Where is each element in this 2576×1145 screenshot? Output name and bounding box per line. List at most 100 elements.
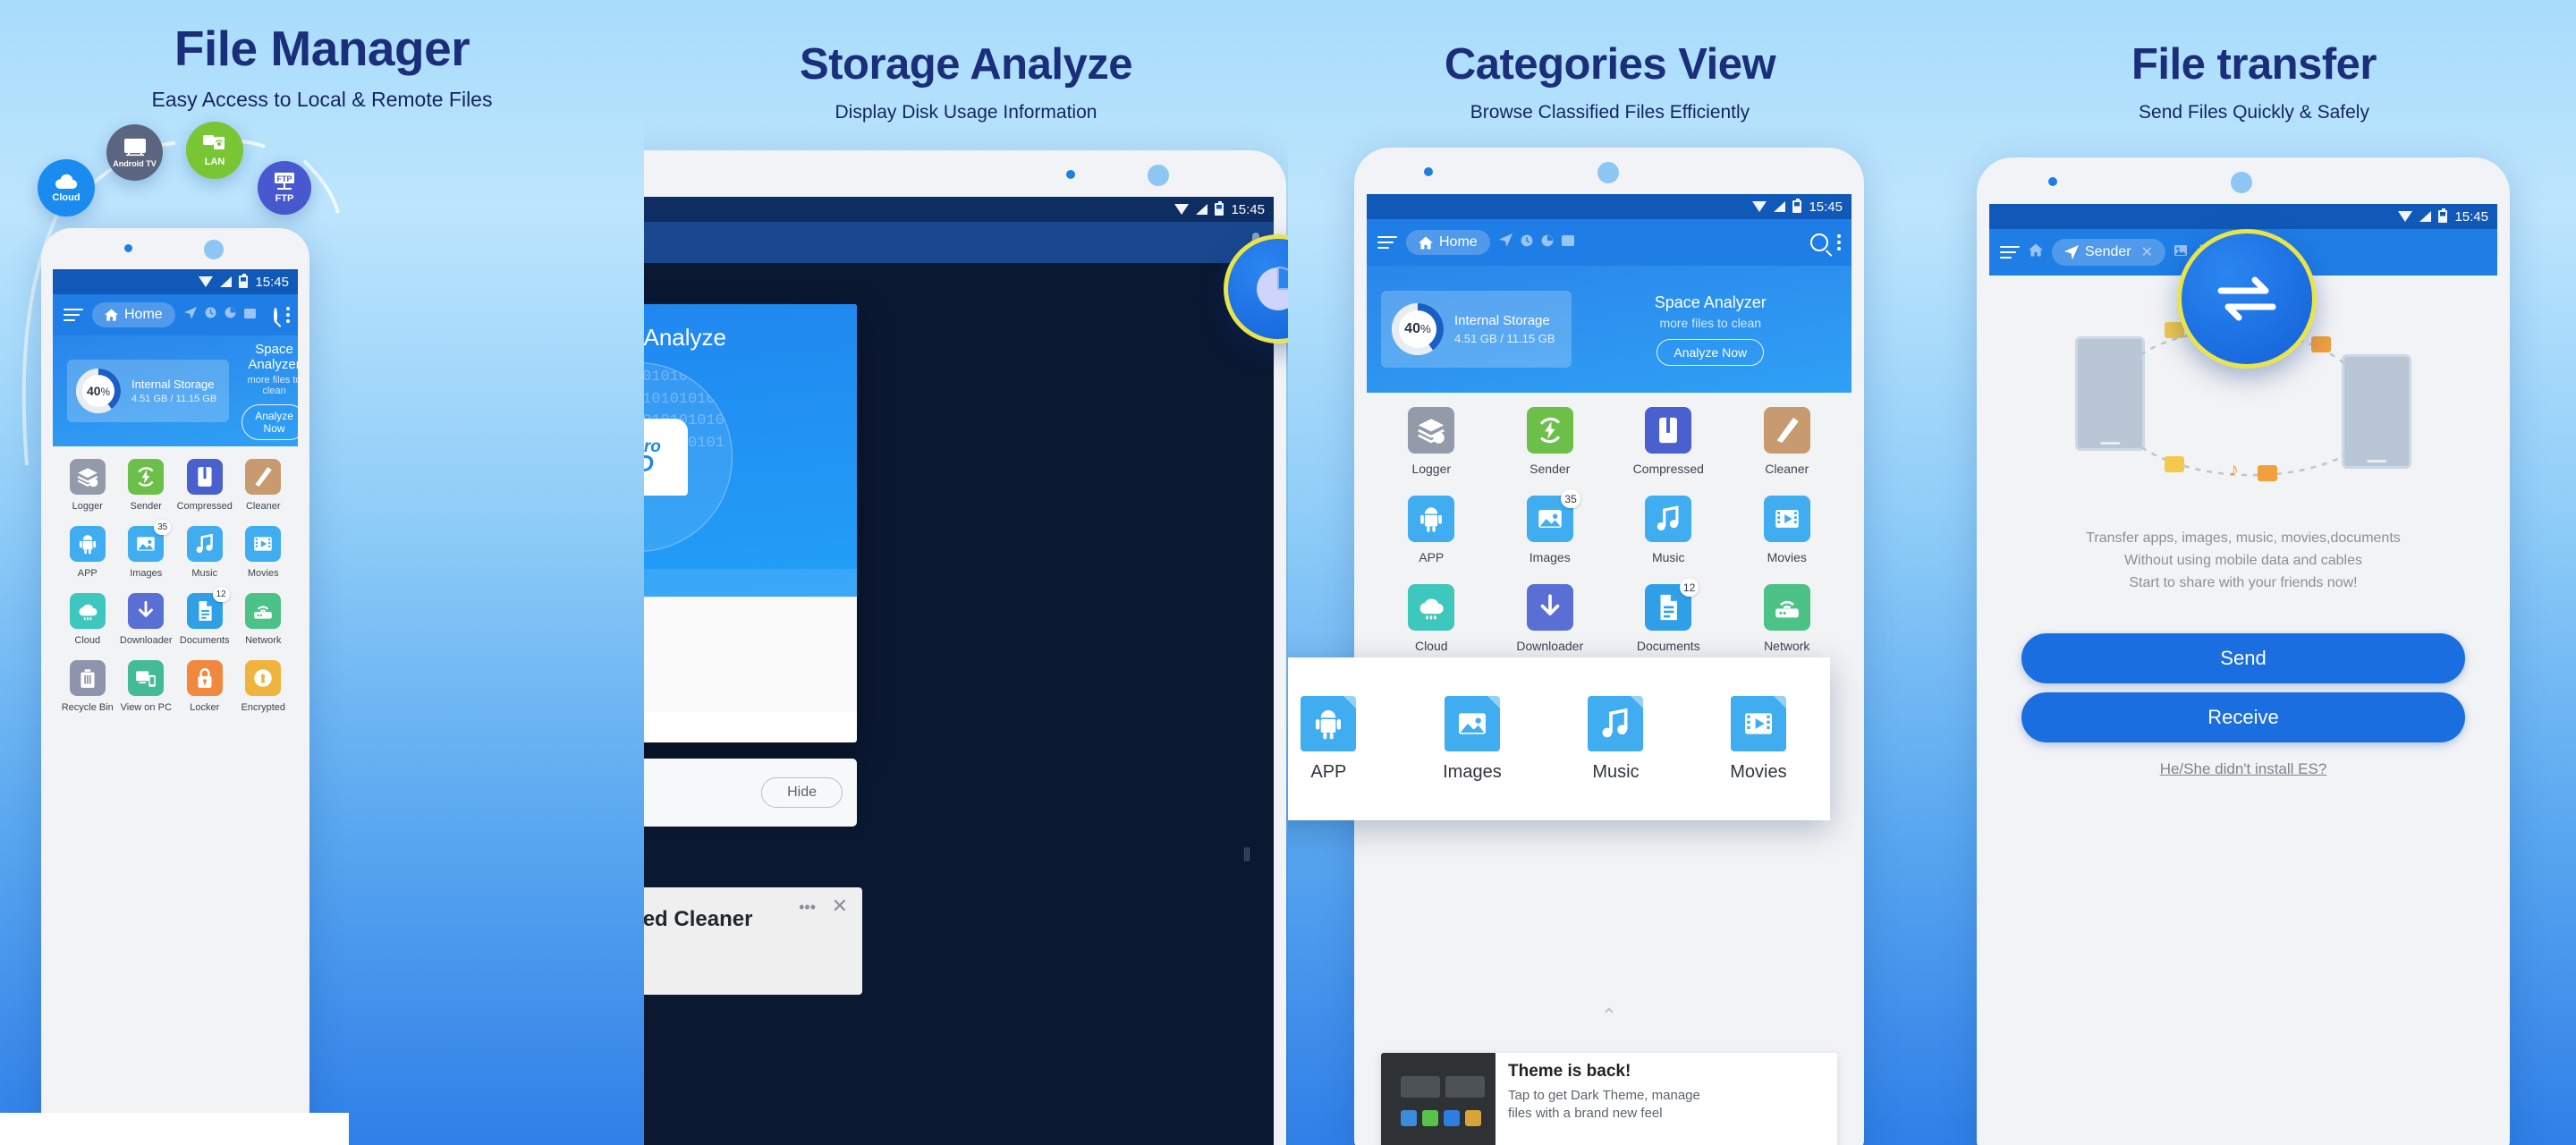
- more-vertical-icon[interactable]: [1837, 234, 1841, 250]
- hide-button[interactable]: Hide: [761, 777, 843, 808]
- grid-item-downloader[interactable]: Downloader: [1491, 584, 1610, 653]
- hamburger-icon[interactable]: [2000, 246, 2020, 259]
- keyhole-icon: [245, 660, 282, 696]
- grid-item-movies[interactable]: Movies: [234, 526, 293, 579]
- window-tab-icon[interactable]: [1561, 234, 1574, 250]
- grid-item-documents[interactable]: 12 Documents: [175, 587, 234, 646]
- install-help-link[interactable]: He/She didn't install ES?: [1989, 760, 2497, 778]
- grid-item-sender[interactable]: Sender: [117, 459, 176, 512]
- grid-item-cleaner[interactable]: Cleaner: [234, 459, 293, 512]
- grid-item-documents[interactable]: 12 Documents: [1609, 578, 1728, 653]
- receive-button[interactable]: Receive: [2021, 692, 2465, 742]
- node-cloud[interactable]: Cloud: [38, 159, 95, 216]
- grid-item-locker[interactable]: Locker: [175, 660, 234, 713]
- analyze-now-button[interactable]: Analyze Now: [1657, 338, 1765, 366]
- send-button[interactable]: Send: [2021, 633, 2465, 683]
- grid-item-movies[interactable]: Movies: [1728, 496, 1847, 564]
- grid-item-downloader[interactable]: Downloader: [117, 593, 176, 646]
- image-tab-icon[interactable]: [2174, 244, 2187, 260]
- microsd-label-2: SD: [644, 452, 654, 475]
- home-icon[interactable]: [2029, 243, 2043, 261]
- wifi-icon: [1174, 204, 1190, 215]
- hamburger-icon[interactable]: [64, 309, 83, 321]
- panel-file-manager: File Manager Easy Access to Local & Remo…: [0, 0, 644, 1145]
- theme-banner[interactable]: Theme is back! Tap to get Dark Theme, ma…: [1381, 1053, 1837, 1145]
- tab-sender[interactable]: Sender ✕: [2052, 239, 2165, 266]
- advanced-cleaner-card[interactable]: Advanced Cleaner ••• ✕: [644, 887, 862, 995]
- page-title: File Manager: [174, 21, 470, 76]
- analyze-now-button[interactable]: Analyze Now: [242, 404, 298, 440]
- search-icon[interactable]: [273, 307, 277, 323]
- window-tab-icon[interactable]: [243, 307, 256, 323]
- movie-file-icon: [1730, 695, 1786, 751]
- node-lan[interactable]: LAN: [186, 122, 243, 179]
- category-movies[interactable]: Movies: [1730, 695, 1787, 783]
- grid-item-label: Logger: [72, 501, 103, 512]
- trash-icon: [69, 660, 106, 696]
- app-toolbar: Home: [53, 294, 298, 335]
- grid-item-images[interactable]: 35 Images: [1491, 489, 1610, 564]
- grid-item-view-on-pc[interactable]: View on PC: [117, 660, 176, 713]
- toolbar-tab-icons: [183, 306, 256, 324]
- function-sort-icon[interactable]: ⫼: [1243, 846, 1250, 864]
- grid-item-encrypted[interactable]: Encrypted: [234, 660, 293, 713]
- sd-card-illustration: 0101010101010101010101010101010101010101…: [644, 362, 733, 552]
- sender-bolt-icon: [128, 459, 165, 495]
- grid-item-network[interactable]: Network: [234, 593, 293, 646]
- category-music[interactable]: Music: [1588, 695, 1644, 783]
- send-tab-icon[interactable]: [1498, 233, 1513, 251]
- close-icon[interactable]: ✕: [2141, 243, 2153, 261]
- marketing-banner: File Manager Easy Access to Local & Remo…: [0, 0, 2576, 1145]
- node-android-tv[interactable]: Android TV: [106, 124, 163, 181]
- phone-mockup-3: 15:45 Home 40% Internal Storage 4.51 GB …: [1354, 148, 1864, 1145]
- speaker-dot: [1597, 162, 1619, 183]
- node-ftp[interactable]: FTP FTP: [258, 161, 311, 215]
- card-more-icon[interactable]: •••: [799, 898, 816, 917]
- grid-item-cloud[interactable]: Cloud: [58, 593, 117, 646]
- grid-item-sender[interactable]: Sender: [1491, 407, 1610, 476]
- tab-home[interactable]: Home: [1406, 230, 1490, 255]
- grid-item-cleaner[interactable]: Cleaner: [1728, 407, 1847, 476]
- grid-item-music[interactable]: Music: [1609, 496, 1728, 564]
- more-vertical-icon[interactable]: [285, 307, 290, 323]
- grid-item-label: Documents: [179, 635, 230, 646]
- category-label: Images: [1443, 761, 1502, 782]
- category-images[interactable]: Images: [1443, 695, 1502, 783]
- analyzer-tab-icon[interactable]: [225, 307, 236, 323]
- hamburger-icon[interactable]: [1377, 236, 1397, 249]
- tab-home-label: Home: [124, 307, 163, 322]
- grid-item-music[interactable]: Music: [175, 526, 234, 579]
- recent-tab-icon[interactable]: [1521, 234, 1533, 251]
- category-app[interactable]: APP: [1301, 695, 1357, 783]
- grid-item-logger[interactable]: Logger: [1372, 407, 1491, 476]
- chevron-up-icon[interactable]: ⌃: [1601, 1005, 1617, 1028]
- grid-item-label: Network: [1764, 639, 1810, 653]
- theme-thumbnail: [1381, 1053, 1496, 1145]
- page-title: Categories View: [1444, 40, 1776, 89]
- grid-item-cloud[interactable]: Cloud: [1372, 584, 1491, 653]
- send-tab-icon[interactable]: [183, 306, 197, 324]
- grid-item-compressed[interactable]: Compressed: [1609, 407, 1728, 476]
- page-subtitle: Send Files Quickly & Safely: [2139, 102, 2369, 123]
- grid-item-logger[interactable]: Logger: [58, 459, 117, 512]
- internal-storage-card[interactable]: 40% Internal Storage 4.51 GB / 11.15 GB: [1381, 291, 1572, 368]
- analyzer-tab-icon[interactable]: [1541, 234, 1554, 251]
- tab-home[interactable]: Home: [92, 302, 175, 327]
- grid-item-app[interactable]: APP: [1372, 496, 1491, 564]
- image-file-icon: [1444, 695, 1500, 751]
- grid-item-compressed[interactable]: Compressed: [175, 459, 234, 512]
- wifi-icon: [2398, 211, 2413, 222]
- grid-item-app[interactable]: APP: [58, 526, 117, 579]
- close-icon[interactable]: ✕: [832, 895, 848, 918]
- recent-tab-icon[interactable]: [205, 307, 216, 323]
- home-icon: [105, 309, 118, 321]
- search-icon[interactable]: [1810, 233, 1828, 251]
- grid-item-network[interactable]: Network: [1728, 584, 1847, 653]
- internal-storage-card[interactable]: 40% Internal Storage 4.51 GB / 11.15 GB: [67, 360, 230, 422]
- transfer-desc-line2: Without using mobile data and cables: [2124, 552, 2362, 568]
- layers-clock-icon: [69, 459, 106, 495]
- grid-item-images[interactable]: 35 Images: [117, 520, 176, 579]
- node-label: Android TV: [113, 158, 157, 168]
- transfer-desc-line3: Start to share with your friends now!: [2129, 574, 2358, 590]
- grid-item-recycle-bin[interactable]: Recycle Bin: [58, 660, 117, 713]
